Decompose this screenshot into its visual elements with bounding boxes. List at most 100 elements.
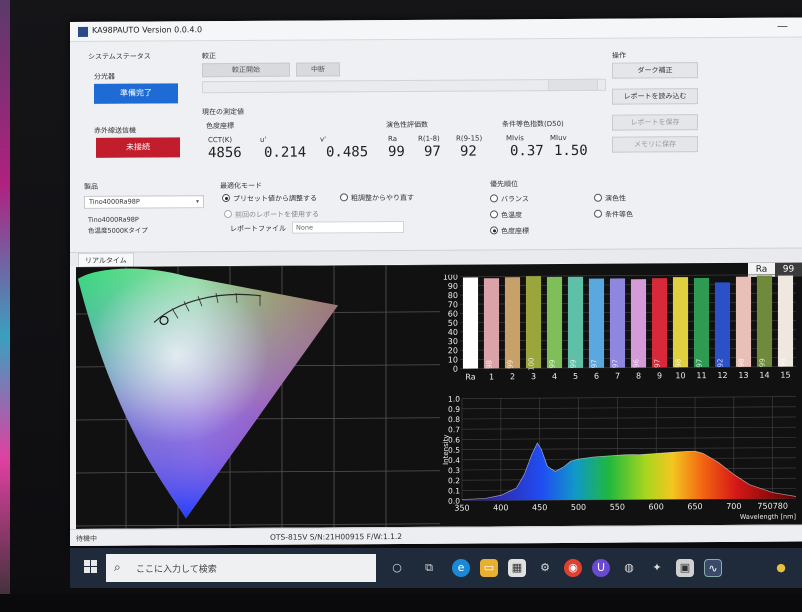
load-report-button[interactable]: レポートを読み込む — [612, 88, 698, 105]
spectrum-area — [462, 443, 796, 501]
cri-bar — [651, 278, 668, 368]
product-heading: 製品 — [84, 182, 98, 191]
u-prime-value: 0.214 — [264, 144, 307, 161]
cri-category-label: 5 — [573, 372, 578, 381]
cri-bar-value-label: 96 — [633, 359, 641, 369]
cri-bar — [588, 278, 605, 368]
spectrum-gridline — [462, 396, 796, 399]
cri-bar — [483, 278, 500, 369]
edge-browser-icon[interactable]: e — [452, 559, 470, 577]
calibration-stop-button[interactable]: 中断 — [296, 62, 340, 77]
r9-15-value: 92 — [460, 143, 477, 160]
cortana-icon[interactable]: ○ — [388, 559, 406, 577]
report-file-input[interactable]: None — [292, 220, 404, 234]
product-desc-model: Tino4000Ra98P — [88, 215, 139, 224]
cri-category-label: 8 — [636, 372, 641, 381]
windows-start-icon[interactable] — [84, 560, 98, 574]
status-bar: 待機中 OTS-815V S/N:21H00915 F/W:1.1.2 — [70, 524, 802, 546]
minimize-icon[interactable]: — — [777, 20, 788, 33]
calibration-start-button[interactable]: 較正開始 — [202, 62, 290, 78]
cri-bar-value-label: 99 — [759, 358, 767, 367]
calibration-progress-value — [548, 78, 598, 92]
v-prime-value: 0.485 — [326, 144, 369, 161]
ir-status-badge: 未接続 — [96, 137, 180, 158]
cri-bar-value-label: 97 — [612, 359, 620, 368]
cri-bar-value-label: 99 — [507, 360, 515, 369]
cri-category-label: 3 — [531, 372, 536, 381]
metamer-heading: 条件等色指数(D50) — [502, 119, 564, 129]
task-view-icon[interactable]: ⧉ — [420, 559, 438, 577]
chrome-icon[interactable]: ◉ — [564, 559, 582, 577]
taskbar: ⌕ ここに入力して検索 ○ ⧉ e ▭ ▦ ⚙ ◉ U ◍ ✦ ▣ ∿ ● — [70, 548, 802, 588]
current-measurement-heading: 現在の測定値 — [202, 107, 244, 117]
priority-radio-cri[interactable] — [594, 193, 602, 202]
optimization-mode-heading: 最適化モード — [220, 181, 262, 191]
priority-radio-balance[interactable] — [490, 194, 498, 203]
spectrum-gridline — [462, 416, 796, 420]
settings-gear-icon[interactable]: ⚙ — [536, 559, 554, 577]
spectrum-gridline — [462, 426, 796, 430]
cri-bar — [504, 277, 521, 369]
calibration-progress-bar — [202, 78, 606, 94]
miuv-label: MIuv — [550, 133, 567, 143]
priority-label-balance: バランス — [501, 195, 529, 204]
redo-radio[interactable] — [340, 193, 348, 202]
spectrum-xtick-label: 750780 — [757, 502, 788, 511]
cri-bar-value-label: 98 — [738, 358, 746, 367]
mivis-value: 0.37 — [510, 143, 544, 160]
cri-ytick-label: 60 — [448, 309, 458, 318]
cri-ytick-label: 30 — [448, 337, 458, 346]
ra-value: 99 — [388, 143, 405, 161]
spectrum-ytick-label: 0.8 — [448, 415, 460, 424]
cri-category-label: 12 — [717, 371, 727, 380]
cri-category-label: 7 — [615, 372, 620, 381]
window-title: KA98PAUTO Version 0.0.4.0 — [92, 25, 203, 35]
save-memory-button[interactable]: メモリに保存 — [612, 136, 698, 153]
cri-category-label: 6 — [594, 372, 599, 381]
taskbar-search-box[interactable]: ⌕ ここに入力して検索 — [106, 554, 376, 582]
app-window: KA98PAUTO Version 0.0.4.0 — システムステータス 分光… — [70, 17, 802, 547]
r1-8-value: 97 — [424, 143, 441, 160]
search-icon: ⌕ — [114, 560, 121, 574]
app-circle-icon[interactable]: ◍ — [620, 559, 638, 577]
cri-category-label: 9 — [657, 371, 662, 380]
app-bird-icon[interactable]: ✦ — [648, 559, 666, 577]
tray-icon[interactable]: ● — [772, 559, 790, 577]
cri-bar-value-label: 98 — [486, 360, 494, 369]
cri-bar-value-label: 99 — [780, 358, 788, 367]
cri-bar — [714, 282, 731, 368]
tab-realtime[interactable]: リアルタイム — [78, 252, 134, 267]
measurement-app-icon[interactable]: ∿ — [704, 559, 722, 577]
operations-heading: 操作 — [612, 51, 626, 60]
dark-correction-button[interactable]: ダーク補正 — [612, 62, 698, 79]
priority-radio-chromaticity[interactable] — [490, 226, 498, 235]
spectrum-ylabel: Intensity — [442, 434, 450, 465]
cri-bar-value-label: 98 — [675, 359, 683, 368]
spectrum-gridline — [462, 406, 796, 410]
use-previous-report-label: 前回のレポートを使用する — [235, 210, 319, 219]
cri-bar — [777, 275, 794, 367]
use-previous-report-checkbox[interactable] — [224, 210, 232, 219]
mivis-label: MIvis — [506, 134, 524, 143]
cri-bar — [693, 277, 710, 368]
save-report-button[interactable]: レポートを保存 — [612, 114, 698, 131]
app-u-icon[interactable]: U — [592, 559, 610, 577]
cri-ytick-label: 50 — [448, 319, 458, 328]
cri-category-label: 11 — [696, 371, 706, 380]
preset-option-label: プリセット値から調整する — [233, 194, 317, 204]
spectrum-xlabel: Wavelength [nm] — [740, 513, 796, 521]
spectrum-ytick-label: 0.3 — [448, 466, 460, 475]
cri-ytick-label: 100 — [443, 273, 458, 282]
priority-radio-cct[interactable] — [490, 210, 498, 219]
spectrum-ytick-label: 1.0 — [448, 395, 460, 404]
preset-radio[interactable] — [222, 194, 230, 203]
app-image-icon[interactable]: ▣ — [676, 559, 694, 577]
cri-bar-chart: 010203040506070809010099Ra98199210039949… — [443, 273, 796, 382]
file-explorer-icon[interactable]: ▭ — [480, 559, 498, 577]
priority-radio-metamerism[interactable] — [594, 209, 602, 218]
monitor-bezel — [0, 594, 802, 612]
product-select[interactable]: Tino4000Ra98P ▾ — [84, 195, 204, 209]
cri-ytick-label: 20 — [448, 346, 458, 355]
store-icon[interactable]: ▦ — [508, 559, 526, 577]
cri-ytick-label: 90 — [448, 282, 458, 291]
